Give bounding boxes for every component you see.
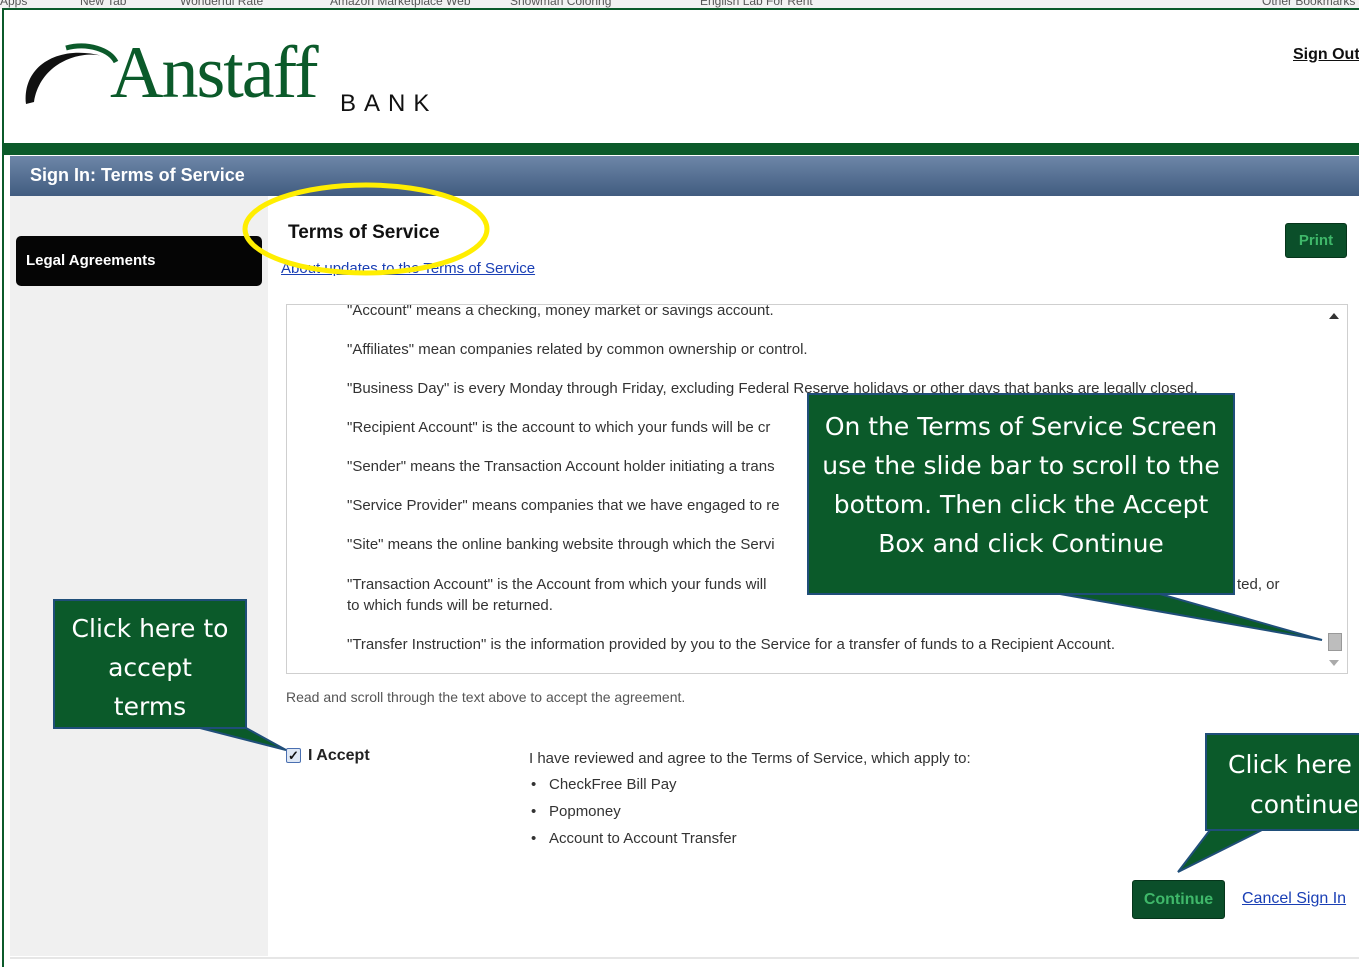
definition-transaction-account-cont: to which funds will be returned. <box>347 597 553 614</box>
continue-button[interactable]: Continue <box>1132 880 1225 919</box>
terms-heading: Terms of Service <box>288 222 440 243</box>
logo-bank-suffix: BANK <box>340 90 438 117</box>
bookmark-amazon[interactable]: Amazon Marketplace Web <box>330 0 471 8</box>
accept-callout: Click here to accept terms <box>53 599 247 729</box>
callout-line: On the Terms of Service Screen <box>824 412 1218 441</box>
reviewed-statement: I have reviewed and agree to the Terms o… <box>529 750 971 767</box>
definition-account: "Account" means a checking, money market… <box>347 304 774 319</box>
sidebar-item-legal-agreements[interactable]: Legal Agreements <box>16 236 262 286</box>
site-header: Anstaff BANK Sign Out <box>4 10 1359 143</box>
bookmark-new-tab[interactable]: New Tab <box>80 0 126 8</box>
definition-site: "Site" means the online banking website … <box>347 536 775 553</box>
definition-transaction-account-end: ted, or <box>1237 576 1280 593</box>
callout-line: Click here t <box>1228 750 1359 779</box>
list-item: Popmoney <box>529 803 737 830</box>
bookmark-wonderful-rate[interactable]: Wonderful Rate <box>180 0 263 8</box>
bookmark-snowman[interactable]: Snowman Coloring <box>510 0 611 8</box>
cancel-sign-in-link[interactable]: Cancel Sign In <box>1242 890 1346 908</box>
bookmark-english-lab[interactable]: English Lab For Rent <box>700 0 813 8</box>
definition-transaction-account: "Transaction Account" is the Account fro… <box>347 576 767 593</box>
sidebar <box>10 196 268 956</box>
callout-line: Box and click Continue <box>878 529 1164 558</box>
callout-line: terms <box>113 692 187 721</box>
page-bottom-divider <box>10 957 1359 959</box>
callout-line: bottom. Then click the Accept <box>833 490 1209 519</box>
definition-transfer-instruction: "Transfer Instruction" is the informatio… <box>347 636 1115 653</box>
scroll-down-icon[interactable] <box>1329 660 1339 666</box>
page-title: Sign In: Terms of Service <box>30 165 245 185</box>
sign-out-link[interactable]: Sign Out <box>1293 46 1359 64</box>
definition-service-provider: "Service Provider" means companies that … <box>347 497 780 514</box>
list-item: Account to Account Transfer <box>529 830 737 857</box>
header-divider <box>4 143 1359 155</box>
page-title-bar: Sign In: Terms of Service <box>10 156 1359 196</box>
continue-callout: Click here t continue <box>1205 733 1359 831</box>
scroll-instruction: Read and scroll through the text above t… <box>286 689 686 705</box>
list-item: CheckFree Bill Pay <box>529 776 737 803</box>
callout-line: accept <box>108 653 192 682</box>
about-updates-link[interactable]: About updates to the Terms of Service <box>281 260 535 277</box>
logo-wordmark: Anstaff <box>110 32 319 114</box>
scroll-callout: On the Terms of Service Screen use the s… <box>807 393 1235 595</box>
bookmark-apps[interactable]: Apps <box>0 0 27 8</box>
scroll-thumb[interactable] <box>1328 633 1342 651</box>
terms-scrollbar[interactable] <box>1322 305 1346 673</box>
accept-checkbox[interactable]: ✓ <box>286 748 301 763</box>
definition-recipient-account: "Recipient Account" is the account to wh… <box>347 419 771 436</box>
accept-label[interactable]: I Accept <box>308 747 370 765</box>
print-button[interactable]: Print <box>1285 223 1347 258</box>
scroll-up-icon[interactable] <box>1329 313 1339 319</box>
services-list: CheckFree Bill Pay Popmoney Account to A… <box>529 776 737 857</box>
bookmark-other[interactable]: Other Bookmarks <box>1262 0 1355 8</box>
callout-line: continue <box>1250 790 1359 819</box>
callout-line: use the slide bar to scroll to the <box>822 451 1220 480</box>
definition-affiliates: "Affiliates" mean companies related by c… <box>347 341 808 358</box>
definition-sender: "Sender" means the Transaction Account h… <box>347 458 775 475</box>
callout-line: Click here to <box>71 614 229 643</box>
